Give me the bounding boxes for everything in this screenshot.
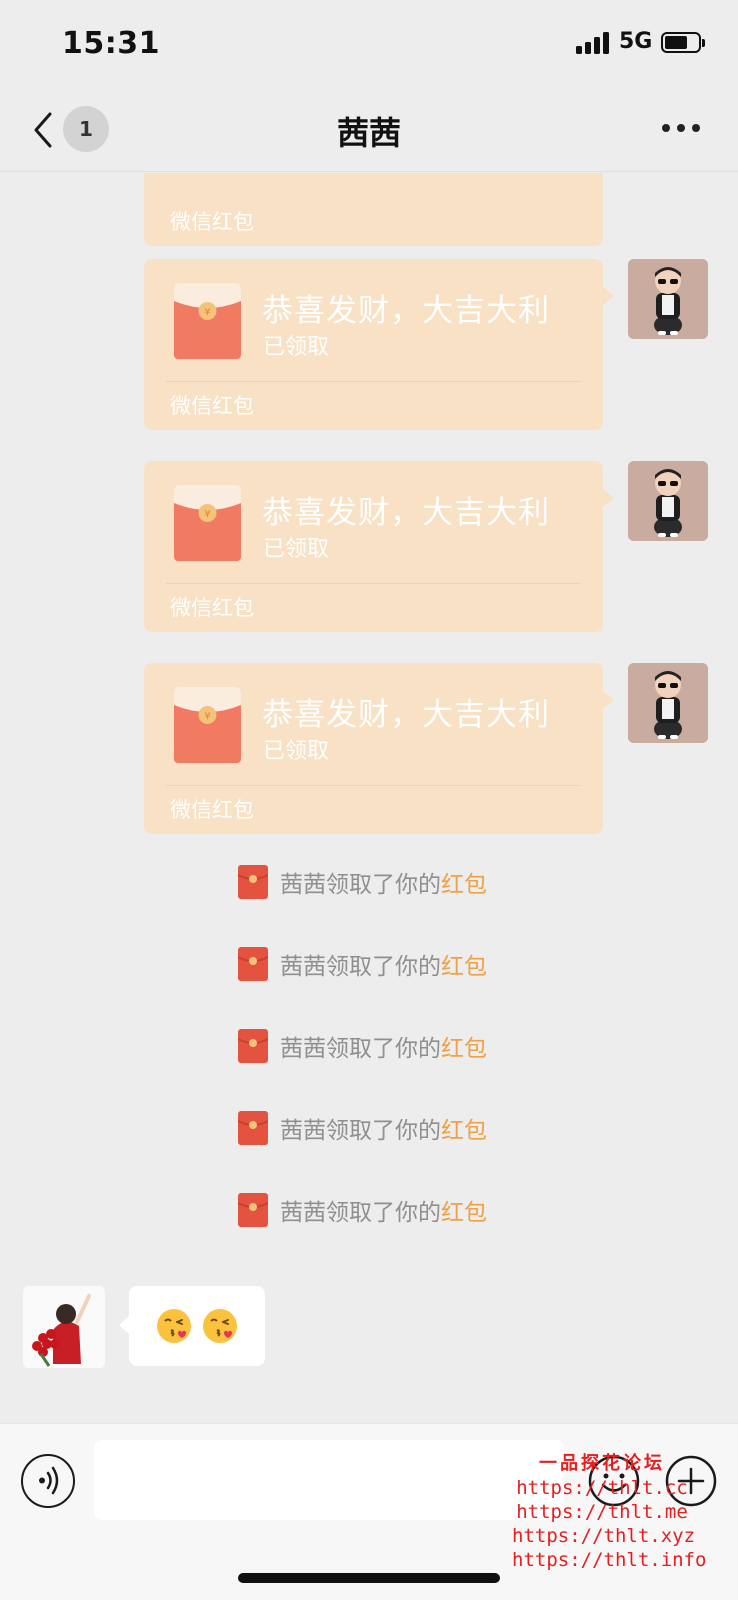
svg-text:¥: ¥ bbox=[204, 711, 210, 722]
contact-avatar[interactable] bbox=[23, 1286, 105, 1368]
system-notice: 茜茜领取了你的 红包 bbox=[238, 1026, 487, 1066]
notice-text: 茜茜领取了你的 bbox=[280, 1118, 441, 1144]
red-packet-icon bbox=[238, 865, 268, 899]
red-packet-status: 已领取 bbox=[263, 537, 330, 562]
network-label: 5G bbox=[619, 29, 653, 54]
watermark-url: https://thlt.me bbox=[516, 1501, 688, 1523]
watermark-url: https://thlt.info bbox=[512, 1549, 707, 1571]
notice-text: 茜茜领取了你的 bbox=[280, 954, 441, 980]
red-packet-link[interactable]: 红包 bbox=[441, 1029, 487, 1063]
red-packet-title: 恭喜发财，大吉大利 bbox=[262, 293, 550, 329]
red-packet-footer: 微信红包 bbox=[170, 210, 254, 234]
nav-bar: 1 茜茜 bbox=[0, 88, 738, 172]
watermark: 一品探花论坛 https://thlt.cc https://thlt.me h… bbox=[512, 1452, 707, 1572]
red-packet-link[interactable]: 红包 bbox=[441, 865, 487, 899]
red-packet-link[interactable]: 红包 bbox=[441, 1193, 487, 1227]
voice-icon[interactable] bbox=[21, 1454, 75, 1508]
notice-text: 茜茜领取了你的 bbox=[280, 1200, 441, 1226]
self-avatar[interactable] bbox=[628, 461, 708, 541]
kissing-heart-emoji-icon bbox=[203, 1309, 237, 1343]
red-packet-icon bbox=[238, 1111, 268, 1145]
red-envelope-icon: ¥ bbox=[174, 283, 241, 359]
self-avatar[interactable] bbox=[628, 663, 708, 743]
avatar-image bbox=[628, 663, 708, 743]
emoji-message-bubble[interactable] bbox=[119, 1286, 265, 1366]
red-packet-link[interactable]: 红包 bbox=[441, 947, 487, 981]
chat-message-list[interactable]: 微信红包 ¥ 恭喜发财，大吉大利 已领取 微信红包 ¥ 恭喜发财，大吉大利 已领… bbox=[0, 173, 738, 1423]
svg-text:¥: ¥ bbox=[204, 509, 210, 520]
red-packet-link[interactable]: 红包 bbox=[441, 1111, 487, 1145]
system-notice: 茜茜领取了你的 红包 bbox=[238, 944, 487, 984]
red-packet-icon bbox=[238, 1029, 268, 1063]
avatar-image bbox=[23, 1286, 105, 1368]
red-packet-message[interactable]: ¥ 恭喜发财，大吉大利 已领取 微信红包 bbox=[144, 461, 614, 632]
red-packet-footer: 微信红包 bbox=[170, 798, 254, 822]
divider bbox=[166, 785, 581, 786]
battery-icon bbox=[661, 32, 705, 53]
divider bbox=[166, 583, 581, 584]
notice-text: 茜茜领取了你的 bbox=[280, 872, 441, 898]
kissing-heart-emoji-icon bbox=[157, 1309, 191, 1343]
red-packet-title: 恭喜发财，大吉大利 bbox=[262, 697, 550, 733]
red-envelope-icon: ¥ bbox=[174, 687, 241, 763]
red-packet-status: 已领取 bbox=[263, 335, 330, 360]
system-notice: 茜茜领取了你的 红包 bbox=[238, 862, 487, 902]
watermark-url: https://thlt.xyz bbox=[512, 1525, 696, 1547]
red-packet-icon bbox=[238, 947, 268, 981]
more-dots-icon[interactable] bbox=[662, 124, 700, 134]
red-packet-status: 已领取 bbox=[263, 739, 330, 764]
system-notice: 茜茜领取了你的 红包 bbox=[238, 1190, 487, 1230]
status-bar: 15:31 5G bbox=[0, 0, 738, 88]
red-packet-footer: 微信红包 bbox=[170, 394, 254, 418]
watermark-url: https://thlt.cc bbox=[516, 1477, 688, 1499]
chat-title: 茜茜 bbox=[336, 114, 401, 152]
red-packet-title: 恭喜发财，大吉大利 bbox=[262, 495, 550, 531]
svg-text:¥: ¥ bbox=[204, 307, 210, 318]
status-time: 15:31 bbox=[62, 26, 160, 61]
red-packet-icon bbox=[238, 1193, 268, 1227]
notice-text: 茜茜领取了你的 bbox=[280, 1036, 441, 1062]
red-packet-message[interactable]: ¥ 恭喜发财，大吉大利 已领取 微信红包 bbox=[144, 259, 614, 430]
avatar-image bbox=[628, 259, 708, 339]
red-envelope-icon: ¥ bbox=[174, 485, 241, 561]
self-avatar[interactable] bbox=[628, 259, 708, 339]
message-input[interactable] bbox=[94, 1440, 564, 1520]
red-packet-footer: 微信红包 bbox=[170, 596, 254, 620]
divider bbox=[166, 381, 581, 382]
red-packet-message[interactable]: ¥ 恭喜发财，大吉大利 已领取 微信红包 bbox=[144, 663, 614, 834]
red-packet-message[interactable]: 微信红包 bbox=[144, 173, 603, 246]
avatar-image bbox=[628, 461, 708, 541]
system-notice: 茜茜领取了你的 红包 bbox=[238, 1108, 487, 1148]
signal-icon bbox=[576, 32, 610, 54]
home-indicator bbox=[238, 1573, 500, 1583]
watermark-title: 一品探花论坛 bbox=[539, 1453, 665, 1474]
